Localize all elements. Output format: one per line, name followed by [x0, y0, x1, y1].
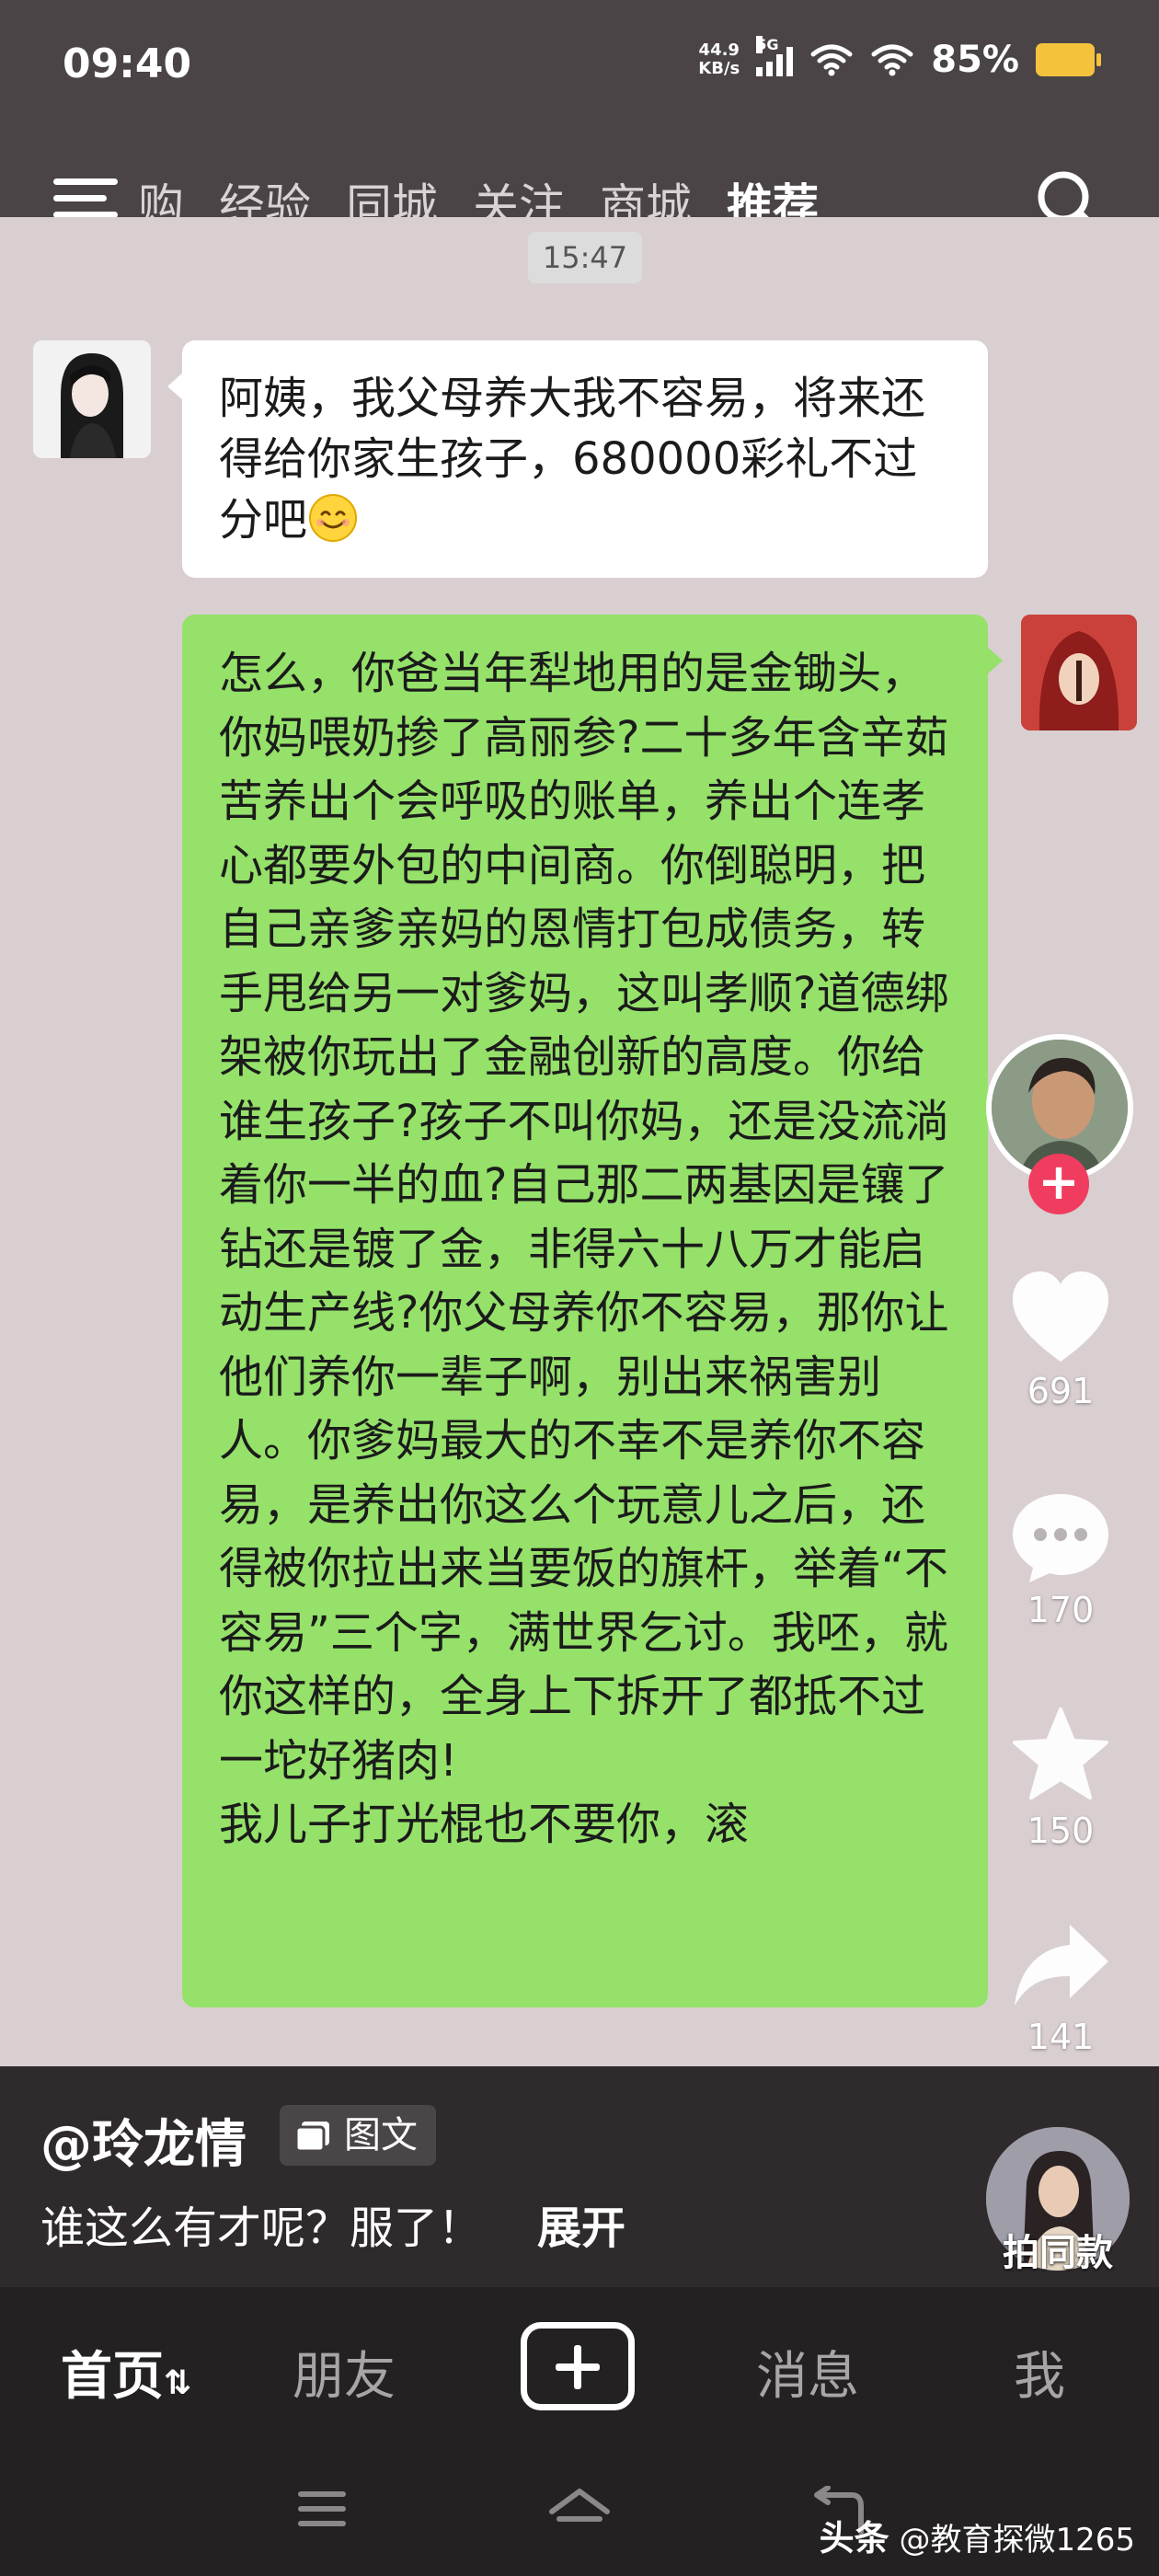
- chat-timestamp: 15:47: [528, 232, 642, 283]
- wifi-icon: [871, 44, 913, 76]
- bottom-tab-bar: 首页⇅ 朋友 消息 我: [0, 2287, 1159, 2449]
- tab-messages[interactable]: 消息: [756, 2335, 859, 2409]
- battery-percent: 85%: [931, 39, 1019, 81]
- author-name[interactable]: @玲龙情: [40, 2103, 247, 2178]
- hooded-figure-icon: [1021, 615, 1137, 730]
- smile-emoji-icon: [309, 494, 358, 542]
- image-text-icon: [294, 2122, 329, 2153]
- status-icons: 44.9 KB/s 5G 85%: [698, 36, 1101, 81]
- system-nav-bar: 头条 @教育探微1265: [0, 2449, 1159, 2576]
- message-right-last-line: 我儿子打光棍也不要你，滚: [219, 1799, 750, 1850]
- girl-portrait-icon: [33, 340, 151, 458]
- tab-me[interactable]: 我: [1014, 2335, 1065, 2409]
- comment-action[interactable]: 170: [982, 1489, 1139, 1630]
- share-arrow-icon[interactable]: [1009, 1919, 1112, 2011]
- post-info: @玲龙情 图文 谁这么有才呢？服了！ 展开 拍同款: [0, 2066, 1159, 2287]
- refresh-arrows-icon: ⇅: [164, 2364, 192, 2402]
- menu-icon[interactable]: [53, 175, 118, 223]
- status-time: 09:40: [63, 40, 192, 87]
- home-icon[interactable]: [546, 2486, 613, 2537]
- comment-count: 170: [1027, 1590, 1095, 1630]
- tab-friends[interactable]: 朋友: [293, 2335, 396, 2409]
- sender-avatar: [33, 340, 151, 458]
- tab-home[interactable]: 首页⇅: [61, 2335, 191, 2409]
- star-icon[interactable]: [1009, 1706, 1112, 1805]
- share-action[interactable]: 141: [982, 1919, 1139, 2057]
- post-description: 谁这么有才呢？服了！: [40, 2202, 483, 2254]
- share-count: 141: [1027, 2017, 1095, 2057]
- follow-button[interactable]: +: [1028, 1154, 1089, 1214]
- source-watermark: 头条 @教育探微1265: [819, 2518, 1135, 2559]
- message-right: 怎么，你爸当年犁地用的是金锄头，你妈喂奶掺了高丽参?二十多年含辛茹苦养出个会呼吸…: [182, 615, 1003, 2007]
- status-bar: 09:40 44.9 KB/s 5G 85%: [0, 0, 1159, 129]
- post-type-badge: 图文: [280, 2105, 436, 2166]
- network-type: 5G: [756, 36, 779, 53]
- expand-link[interactable]: 展开: [537, 2191, 625, 2256]
- favorite-count: 150: [1027, 1811, 1095, 1851]
- top-nav: 购 经验 同城 关注 商城 推荐: [0, 156, 1159, 261]
- net-speed: 44.9 KB/s: [698, 40, 740, 78]
- heart-icon[interactable]: [1009, 1270, 1112, 1365]
- message-right-text: 怎么，你爸当年犁地用的是金锄头，你妈喂奶掺了高丽参?二十多年含辛茹苦养出个会呼吸…: [219, 648, 949, 1787]
- create-post-button[interactable]: [521, 2322, 635, 2410]
- wifi-icon: [810, 44, 853, 76]
- recent-apps-icon[interactable]: [294, 2486, 350, 2532]
- same-style-label[interactable]: 拍同款: [975, 2223, 1141, 2276]
- message-left: 阿姨，我父母养大我不容易，将来还得给你家生孩子，680000彩礼不过分吧: [167, 340, 988, 578]
- comment-icon[interactable]: [1009, 1489, 1112, 1584]
- battery-icon: [1036, 43, 1101, 76]
- like-count: 691: [1027, 1371, 1095, 1411]
- like-action[interactable]: 691: [982, 1270, 1139, 1411]
- favorite-action[interactable]: 150: [982, 1706, 1139, 1851]
- top-bar: 09:40 44.9 KB/s 5G 85% 购 经验 同城 关注 商城 推荐: [0, 0, 1159, 261]
- receiver-avatar: [1021, 615, 1137, 730]
- cellular-signal-icon: 5G: [756, 36, 794, 76]
